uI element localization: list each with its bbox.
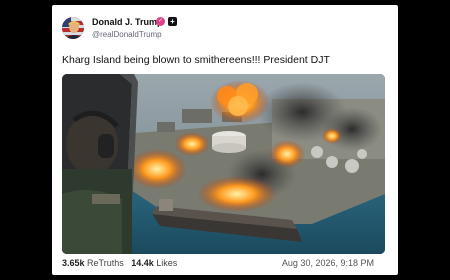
likes-count[interactable]: 14.4k: [131, 258, 154, 268]
retruths-label[interactable]: ReTruths: [87, 258, 124, 268]
post-text: Kharg Island being blown to smithereens!…: [62, 54, 330, 66]
likes-label[interactable]: Likes: [156, 258, 177, 268]
post-card: Donald J. Trump ✓ + @realDonaldTrump Kha…: [52, 5, 398, 275]
post-image[interactable]: [62, 74, 385, 254]
author-handle[interactable]: @realDonaldTrump: [92, 30, 162, 39]
verified-check-icon: ✓: [156, 17, 165, 26]
plus-badge-icon: +: [168, 17, 177, 26]
author-avatar[interactable]: [62, 17, 84, 39]
author-name[interactable]: Donald J. Trump: [92, 17, 163, 27]
retruths-count[interactable]: 3.65k: [62, 258, 85, 268]
engagement-stats: 3.65k ReTruths 14.4k Likes: [62, 258, 177, 268]
post-timestamp[interactable]: Aug 30, 2026, 9:18 PM: [282, 258, 374, 268]
